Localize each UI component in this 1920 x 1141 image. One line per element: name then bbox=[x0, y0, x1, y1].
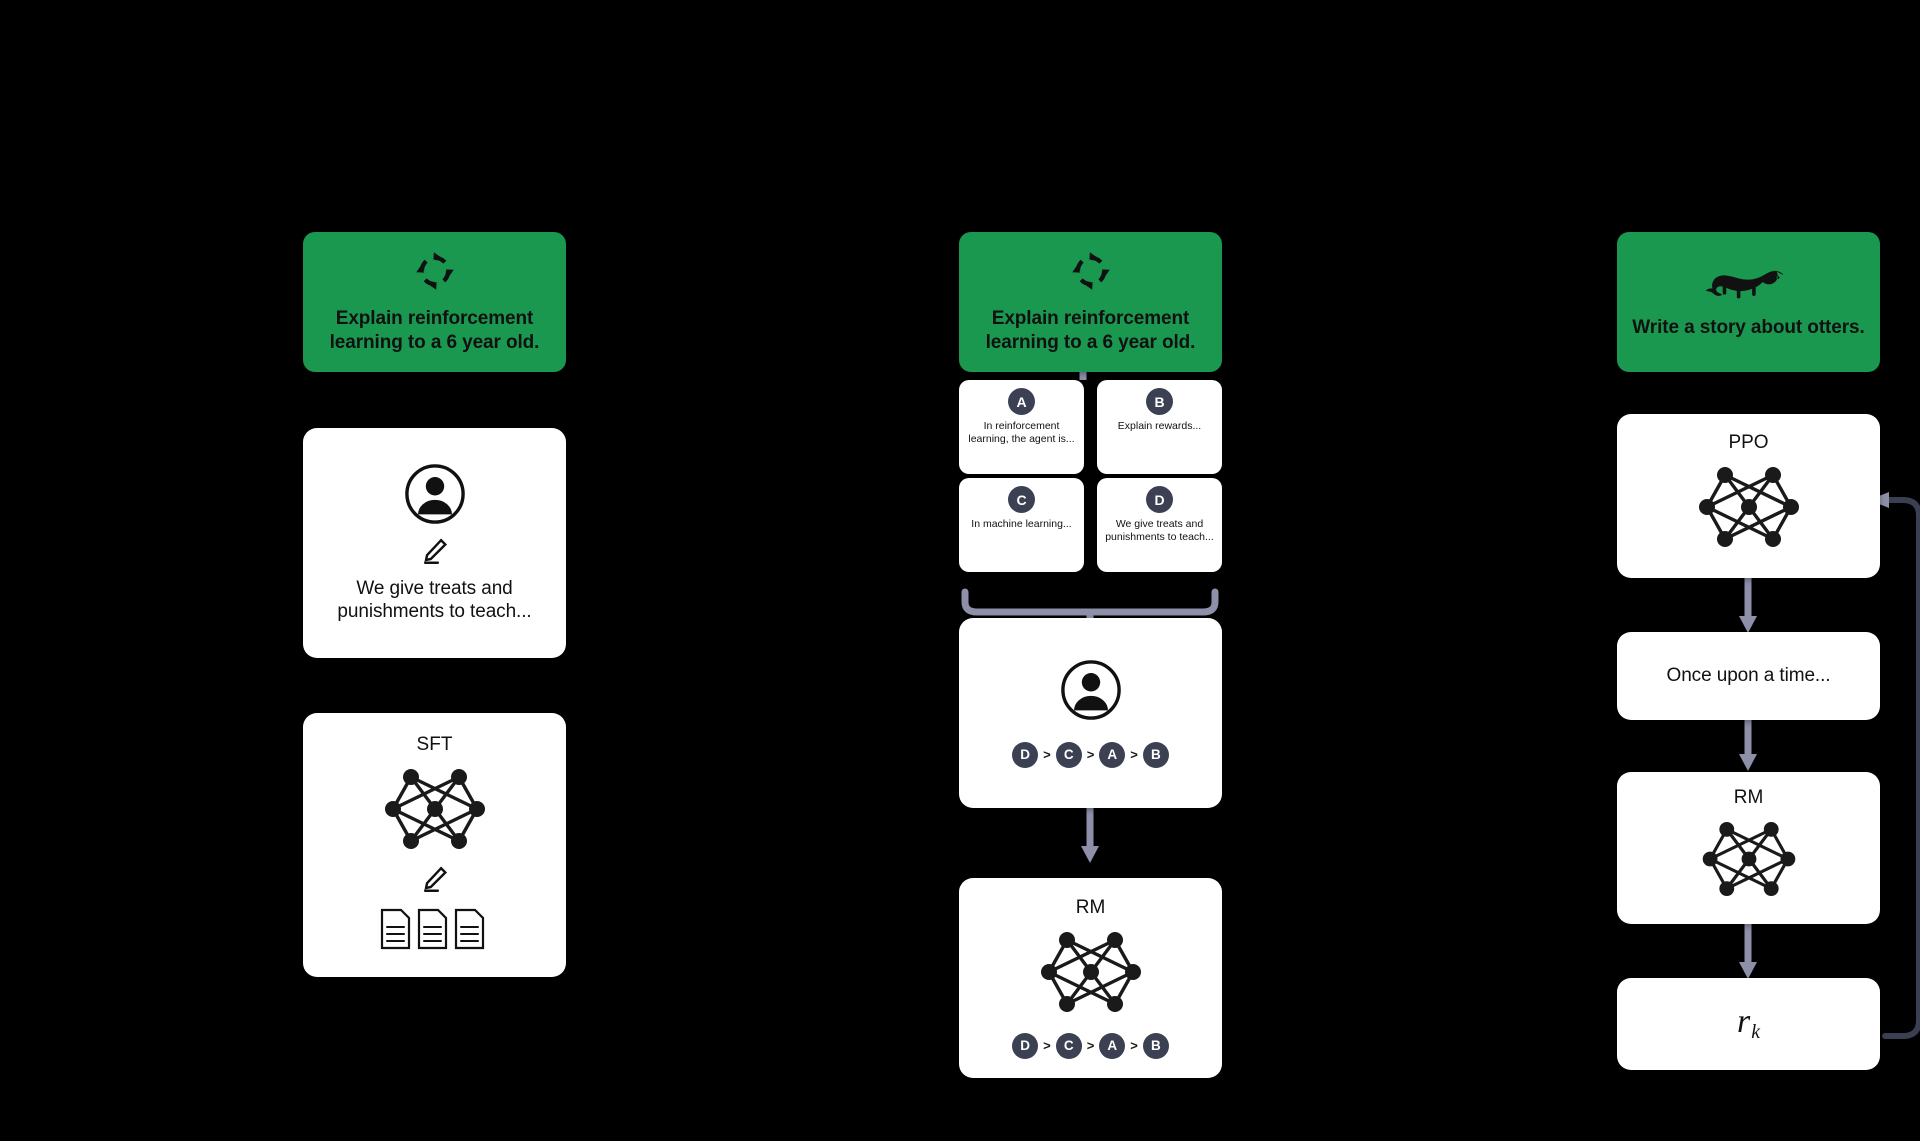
reward-symbol: r bbox=[1737, 1002, 1751, 1040]
step3-rm-label: RM bbox=[1733, 787, 1764, 809]
neural-network-icon bbox=[1699, 816, 1799, 907]
neural-network-icon bbox=[1037, 926, 1145, 1023]
documents-icon bbox=[379, 907, 491, 956]
cycle-icon bbox=[1070, 250, 1112, 297]
rank-badge-4: B bbox=[1142, 741, 1169, 768]
reward-formula: rk bbox=[1737, 1002, 1760, 1044]
connector-step3-ppo-to-generation bbox=[1733, 578, 1763, 634]
rank-separator: > bbox=[1043, 747, 1051, 762]
cycle-icon bbox=[414, 250, 456, 297]
pencil-icon bbox=[420, 864, 450, 899]
step1-human-text: We give treats and punishments to teach.… bbox=[337, 577, 532, 622]
connector-step3-generation-to-rm bbox=[1733, 716, 1763, 772]
step3-prompt-text: Write a story about otters. bbox=[1632, 316, 1865, 338]
response-card-c[interactable]: C In machine learning... bbox=[959, 478, 1084, 572]
response-text-d: We give treats and punishments to teach.… bbox=[1105, 518, 1214, 543]
step3-prompt-card[interactable]: Write a story about otters. bbox=[1617, 232, 1880, 372]
response-badge-b: B bbox=[1146, 388, 1173, 415]
rm-rank-badge-3: A bbox=[1099, 1032, 1126, 1059]
response-card-b[interactable]: B Explain rewards... bbox=[1097, 380, 1222, 474]
rank-separator: > bbox=[1086, 1038, 1095, 1054]
step3-reward-card[interactable]: rk bbox=[1617, 978, 1880, 1070]
connector-step3-rm-to-reward bbox=[1733, 924, 1763, 980]
rank-separator: > bbox=[1086, 747, 1095, 762]
neural-network-icon bbox=[381, 763, 489, 860]
step2-human-rank-card[interactable]: D > C > A > B bbox=[959, 618, 1222, 808]
rm-ranking-row: D > C > A > B bbox=[1012, 1032, 1169, 1059]
reward-subscript: k bbox=[1751, 1021, 1760, 1044]
step3-generation-text: Once upon a time... bbox=[1666, 665, 1831, 687]
response-badge-d: D bbox=[1146, 486, 1173, 513]
step2-rm-card[interactable]: RM D > C > A > B bbox=[959, 878, 1222, 1078]
rank-badge-2: C bbox=[1055, 741, 1082, 768]
sft-label: SFT bbox=[416, 734, 453, 756]
person-icon bbox=[404, 463, 466, 530]
step1-sft-card[interactable]: SFT bbox=[303, 713, 566, 977]
connector-step2-human-to-rm bbox=[1075, 808, 1105, 864]
response-text-c: In machine learning... bbox=[971, 518, 1072, 530]
step3-generation-card[interactable]: Once upon a time... bbox=[1617, 632, 1880, 720]
otter-icon bbox=[1705, 265, 1793, 308]
rm-rank-badge-1: D bbox=[1012, 1032, 1039, 1059]
step1-prompt-text: Explain reinforcement learning to a 6 ye… bbox=[329, 308, 540, 353]
step2-prompt-text: Explain reinforcement learning to a 6 ye… bbox=[985, 308, 1196, 353]
response-badge-a: A bbox=[1008, 388, 1035, 415]
step1-prompt-card[interactable]: Explain reinforcement learning to a 6 ye… bbox=[303, 232, 566, 372]
rm-rank-badge-4: B bbox=[1142, 1032, 1169, 1059]
rank-badge-1: D bbox=[1012, 741, 1039, 768]
response-text-a: In reinforcement learning, the agent is.… bbox=[968, 420, 1075, 445]
rank-badge-3: A bbox=[1099, 741, 1126, 768]
step3-rm-card[interactable]: RM bbox=[1617, 772, 1880, 924]
rank-separator: > bbox=[1130, 1038, 1138, 1054]
rank-separator: > bbox=[1043, 1038, 1051, 1054]
response-card-a[interactable]: A In reinforcement learning, the agent i… bbox=[959, 380, 1084, 474]
pencil-icon bbox=[420, 536, 450, 571]
ppo-label: PPO bbox=[1728, 432, 1769, 454]
rank-separator: > bbox=[1130, 747, 1138, 762]
step3-ppo-card[interactable]: PPO bbox=[1617, 414, 1880, 578]
response-badge-c: C bbox=[1008, 486, 1035, 513]
rm-label: RM bbox=[1075, 897, 1106, 919]
response-text-b: Explain rewards... bbox=[1117, 420, 1202, 432]
neural-network-icon bbox=[1695, 461, 1803, 558]
step1-human-card[interactable]: We give treats and punishments to teach.… bbox=[303, 428, 566, 658]
response-card-d[interactable]: D We give treats and punishments to teac… bbox=[1097, 478, 1222, 572]
diagram-canvas: Explain reinforcement learning to a 6 ye… bbox=[0, 0, 1920, 1141]
human-ranking-row: D > C > A > B bbox=[1012, 741, 1169, 768]
person-icon bbox=[1060, 659, 1122, 726]
step2-prompt-card[interactable]: Explain reinforcement learning to a 6 ye… bbox=[959, 232, 1222, 372]
rm-rank-badge-2: C bbox=[1055, 1032, 1082, 1059]
